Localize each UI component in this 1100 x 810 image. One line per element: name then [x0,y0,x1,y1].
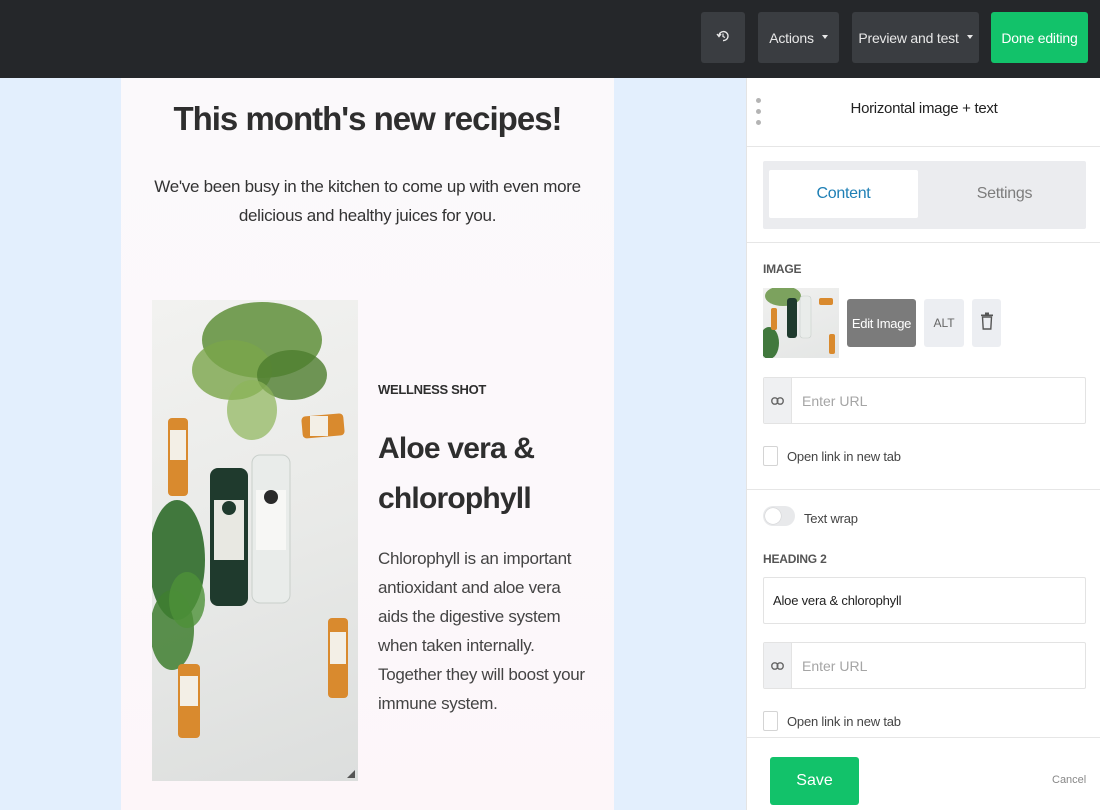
toggle-knob [765,508,781,524]
panel-tabs: Content Settings [763,161,1086,229]
image-link-url-field [763,377,1086,424]
image-resize-handle[interactable] [347,770,355,778]
divider [747,146,1100,147]
email-title[interactable]: This month's new recipes! [121,100,614,138]
juice-bottles-image[interactable] [152,300,358,781]
card-heading[interactable]: Aloe vera & chlorophyll [378,424,598,524]
history-icon [716,29,730,46]
panel-footer: Save Cancel [747,737,1100,810]
divider [747,242,1100,243]
panel-title: Horizontal image + text [850,100,998,117]
actions-dropdown-button[interactable]: Actions [758,12,839,63]
history-button[interactable] [701,12,745,63]
tab-content[interactable]: Content [769,170,918,218]
email-body: This month's new recipes! We've been bus… [121,78,614,810]
cancel-link[interactable]: Cancel [1052,774,1086,786]
card-body-text[interactable]: Chlorophyll is an important antioxidant … [378,544,593,718]
heading-open-new-tab-row: Open link in new tab [763,711,901,731]
actions-label: Actions [769,29,814,46]
heading-text-input[interactable] [763,577,1086,624]
text-wrap-toggle[interactable] [763,506,795,526]
link-icon [764,378,792,423]
save-button[interactable]: Save [770,757,859,805]
done-editing-button[interactable]: Done editing [991,12,1088,63]
image-open-new-tab-row: Open link in new tab [763,446,901,466]
image-thumbnail[interactable] [763,288,839,358]
block-editor-panel: Horizontal image + text Content Settings… [746,78,1100,810]
link-icon [764,643,792,688]
email-intro-text[interactable]: We've been busy in the kitchen to come u… [151,172,584,230]
edit-image-button[interactable]: Edit Image [847,299,916,347]
alt-text-button[interactable]: ALT [924,299,964,347]
caret-down-icon [966,34,973,39]
delete-image-button[interactable] [972,299,1001,347]
card-kicker[interactable]: WELLNESS SHOT [378,382,486,397]
heading-open-new-tab-checkbox[interactable] [763,711,778,731]
preview-label: Preview and test [858,29,959,46]
text-wrap-label: Text wrap [804,511,858,526]
image-open-new-tab-checkbox[interactable] [763,446,778,466]
image-section-label: IMAGE [763,262,802,276]
heading-open-new-tab-label: Open link in new tab [787,713,901,729]
trash-icon [980,312,994,335]
email-canvas: This month's new recipes! We've been bus… [0,78,746,810]
image-open-new-tab-label: Open link in new tab [787,448,901,464]
top-toolbar: Actions Preview and test Done editing [0,0,1100,78]
image-url-input[interactable] [793,378,1084,423]
divider [747,489,1100,490]
preview-and-test-button[interactable]: Preview and test [852,12,979,63]
tab-settings[interactable]: Settings [928,170,1081,218]
heading-url-input[interactable] [793,643,1084,688]
caret-down-icon [821,34,828,39]
heading-link-url-field [763,642,1086,689]
heading-section-label: HEADING 2 [763,552,827,566]
